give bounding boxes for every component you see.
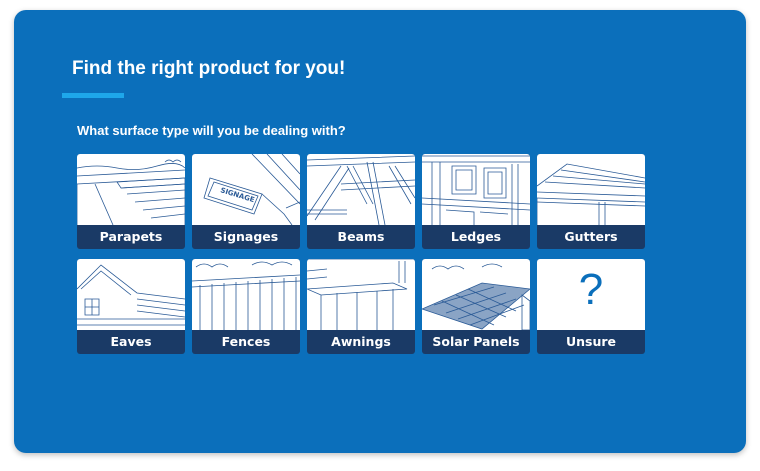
product-finder-panel: Find the right product for you! What sur… [14,10,746,453]
option-awnings[interactable]: Awnings [307,259,415,354]
option-label: Gutters [564,229,618,244]
option-label: Awnings [331,334,391,349]
option-label: Fences [221,334,271,349]
option-eaves[interactable]: Eaves [77,259,185,354]
unsure-image: ? [537,259,645,330]
eave-illustration [77,259,185,330]
option-label: Unsure [565,334,617,349]
option-gutters[interactable]: Gutters [537,154,645,249]
page-title: Find the right product for you! [72,58,346,79]
awning-illustration [307,259,415,330]
beam-illustration [307,154,415,225]
option-label: Parapets [99,229,163,244]
option-unsure[interactable]: ? Unsure [537,259,645,354]
option-signages[interactable]: SIGNAGE Signages [192,154,300,249]
option-label: Ledges [450,229,502,244]
option-beams[interactable]: Beams [307,154,415,249]
option-parapets[interactable]: Parapets [77,154,185,249]
option-label: Signages [213,229,279,244]
fence-illustration [192,259,300,330]
option-label: Beams [337,229,385,244]
ledge-illustration [422,154,530,225]
option-label: Solar Panels [432,334,520,349]
title-underline [62,93,124,98]
solar-panel-illustration [422,259,530,330]
question-mark-icon: ? [578,265,604,314]
option-solar-panels[interactable]: Solar Panels [422,259,530,354]
option-ledges[interactable]: Ledges [422,154,530,249]
gutter-illustration [537,154,645,225]
option-fences[interactable]: Fences [192,259,300,354]
option-label: Eaves [110,334,152,349]
surface-question: What surface type will you be dealing wi… [77,123,346,138]
signage-illustration: SIGNAGE [192,154,300,225]
parapet-illustration [77,154,185,225]
